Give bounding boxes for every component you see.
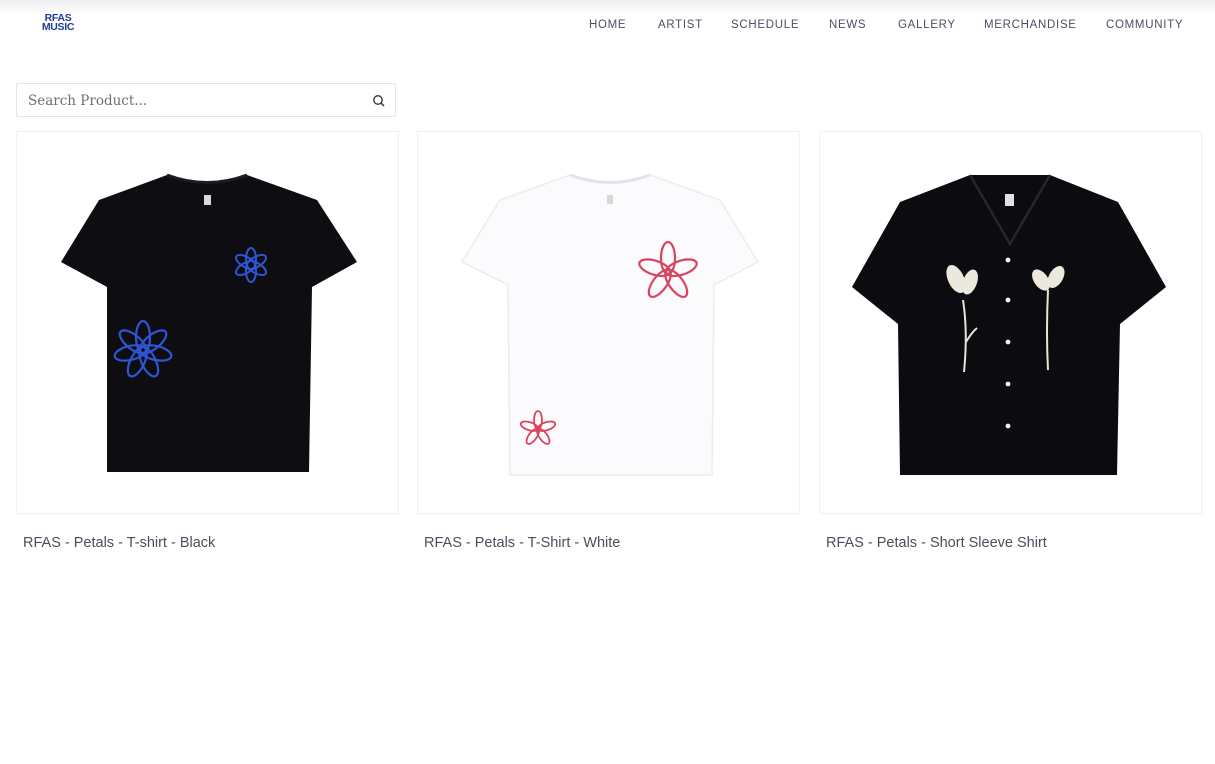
nav-news[interactable]: NEWS [829, 19, 866, 31]
nav-home[interactable]: HOME [589, 19, 626, 31]
product-card[interactable] [417, 131, 800, 514]
nav-merchandise[interactable]: MERCHANDISE [984, 19, 1077, 31]
main-nav: HOME ARTIST SCHEDULE NEWS GALLERY MERCHA… [0, 19, 1215, 35]
nav-schedule[interactable]: SCHEDULE [731, 19, 799, 31]
product-title[interactable]: RFAS - Petals - T-Shirt - White [424, 535, 620, 551]
search-input[interactable] [26, 90, 360, 112]
header: RFAS MUSIC HOME ARTIST SCHEDULE NEWS GAL… [0, 0, 1215, 52]
product-title[interactable]: RFAS - Petals - Short Sleeve Shirt [826, 535, 1047, 551]
product-card[interactable] [16, 131, 399, 514]
product-image-white-tshirt [460, 173, 760, 476]
search-box [16, 83, 396, 117]
nav-gallery[interactable]: GALLERY [898, 19, 956, 31]
product-image-black-tshirt [61, 173, 357, 472]
search-icon[interactable] [369, 91, 389, 111]
nav-community[interactable]: COMMUNITY [1106, 19, 1183, 31]
product-title[interactable]: RFAS - Petals - T-shirt - Black [23, 535, 215, 551]
product-image-black-shirt [852, 174, 1166, 475]
product-card[interactable] [819, 131, 1202, 514]
nav-artist[interactable]: ARTIST [658, 19, 703, 31]
